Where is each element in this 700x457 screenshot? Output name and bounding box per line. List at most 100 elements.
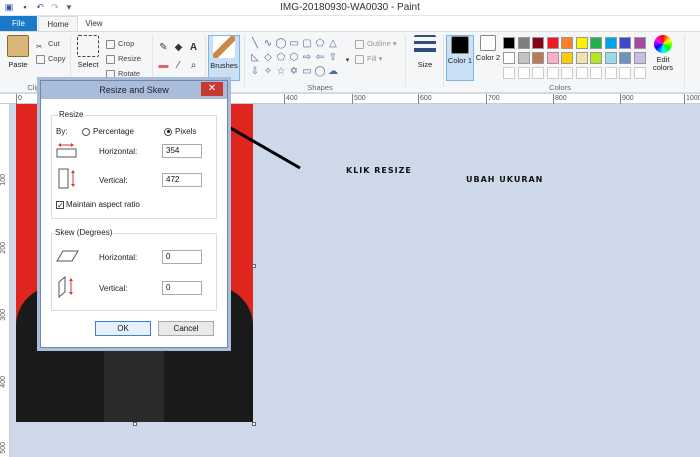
cut-button[interactable]: ✂ Cut xyxy=(36,37,60,51)
pentagon-shape-icon[interactable]: ⬠ xyxy=(275,52,287,63)
palette-swatch[interactable] xyxy=(546,52,559,64)
pencil-icon[interactable]: ✎ xyxy=(157,41,170,54)
palette-swatch-empty[interactable] xyxy=(633,67,646,79)
palette-swatch-empty[interactable] xyxy=(575,67,588,79)
palette-swatch[interactable] xyxy=(561,37,573,49)
line-shape-icon[interactable]: ╲ xyxy=(249,38,261,49)
outline-button[interactable]: Outline ▾ xyxy=(355,37,397,50)
polygon-shape-icon[interactable]: ⬠ xyxy=(314,38,326,49)
color1-button[interactable]: Color 1 xyxy=(446,35,474,81)
fill-bucket-icon[interactable]: ◆ xyxy=(172,41,185,54)
magnifier-icon[interactable]: ⌕ xyxy=(187,59,200,72)
skew-legend: Skew (Degrees) xyxy=(54,228,114,237)
palette-swatch[interactable] xyxy=(503,52,515,64)
palette-swatch[interactable] xyxy=(619,37,631,49)
palette-swatch[interactable] xyxy=(517,37,530,49)
oval-shape-icon[interactable]: ◯ xyxy=(275,38,287,49)
palette-swatch-empty[interactable] xyxy=(517,67,530,79)
tab-home[interactable]: Home xyxy=(38,16,78,31)
right-triangle-shape-icon[interactable]: ◺ xyxy=(249,52,261,63)
fill-button[interactable]: Fill ▾ xyxy=(355,52,382,65)
edit-colors-button[interactable]: Edit colors xyxy=(648,35,678,81)
color-picker-icon[interactable]: ⁄ xyxy=(172,59,185,72)
callout-rect-shape-icon[interactable]: ▭ xyxy=(301,66,313,77)
palette-swatch-empty[interactable] xyxy=(619,67,631,79)
skew-horizontal-input[interactable]: 0 xyxy=(162,250,202,264)
palette-swatch[interactable] xyxy=(633,52,646,64)
crop-button[interactable]: Crop xyxy=(106,37,134,50)
star6-shape-icon[interactable]: ✡ xyxy=(288,66,300,77)
palette-swatch[interactable] xyxy=(590,52,602,64)
maintain-aspect-checkbox[interactable]: ✓ Maintain aspect ratio xyxy=(56,200,140,209)
tab-view[interactable]: View xyxy=(78,16,110,31)
percentage-radio[interactable]: Percentage xyxy=(82,127,134,136)
eraser-icon[interactable]: ▬ xyxy=(157,59,170,72)
paste-button[interactable]: Paste xyxy=(3,35,33,81)
skew-vertical-input[interactable]: 0 xyxy=(162,281,202,295)
palette-swatch-empty[interactable] xyxy=(561,67,573,79)
horizontal-resize-icon xyxy=(56,142,77,158)
brush-icon xyxy=(213,36,235,58)
diamond-shape-icon[interactable]: ◇ xyxy=(262,52,274,63)
star5-shape-icon[interactable]: ☆ xyxy=(275,66,287,77)
curve-shape-icon[interactable]: ∿ xyxy=(262,38,274,49)
arrow-down-shape-icon[interactable]: ⇩ xyxy=(249,66,261,77)
arrow-right-shape-icon[interactable]: ⇨ xyxy=(301,52,313,63)
arrow-up-shape-icon[interactable]: ⇧ xyxy=(327,52,339,63)
cloud-shape-icon[interactable]: ☁ xyxy=(327,66,339,77)
palette-swatch[interactable] xyxy=(619,52,631,64)
palette-swatch[interactable] xyxy=(604,52,617,64)
color1-swatch xyxy=(451,36,469,54)
select-button[interactable]: Select xyxy=(73,35,103,81)
color2-button[interactable]: Color 2 xyxy=(475,35,501,81)
palette-swatch[interactable] xyxy=(575,52,588,64)
palette-swatch[interactable] xyxy=(633,37,646,49)
palette-swatch[interactable] xyxy=(604,37,617,49)
palette-swatch[interactable] xyxy=(575,37,588,49)
callout-oval-shape-icon[interactable]: ◯ xyxy=(314,66,326,77)
shapes-more-icon[interactable]: ▾ xyxy=(341,54,354,67)
rounded-rect-shape-icon[interactable]: ▢ xyxy=(301,38,313,49)
palette-swatch[interactable] xyxy=(590,37,602,49)
palette-swatch-empty[interactable] xyxy=(590,67,602,79)
vertical-input[interactable]: 472 xyxy=(162,173,202,187)
resize-button[interactable]: Resize xyxy=(106,52,141,65)
palette-swatch[interactable] xyxy=(561,52,573,64)
ruler-tick: 200 xyxy=(0,242,7,254)
hexagon-shape-icon[interactable]: ⬡ xyxy=(288,52,300,63)
pixels-radio[interactable]: Pixels xyxy=(164,127,196,136)
ruler-tick: 0 xyxy=(16,94,22,104)
by-label: By: xyxy=(56,127,68,136)
copy-button[interactable]: Copy xyxy=(36,52,66,65)
rotate-button[interactable]: Rotate xyxy=(106,67,140,80)
palette-swatch[interactable] xyxy=(532,37,544,49)
arrow-left-shape-icon[interactable]: ⇦ xyxy=(314,52,326,63)
fill-icon xyxy=(355,54,364,64)
palette-swatch-empty[interactable] xyxy=(546,67,559,79)
canvas-resize-handle-right[interactable] xyxy=(252,264,256,268)
star4-shape-icon[interactable]: ✧ xyxy=(262,66,274,77)
triangle-shape-icon[interactable]: △ xyxy=(327,38,339,49)
palette-swatch[interactable] xyxy=(546,37,559,49)
radio-circle xyxy=(82,127,90,136)
cancel-button[interactable]: Cancel xyxy=(158,321,214,336)
tab-file[interactable]: File xyxy=(0,16,37,31)
vertical-label: Vertical: xyxy=(99,176,128,185)
palette-swatch[interactable] xyxy=(517,52,530,64)
dialog-close-button[interactable]: ✕ xyxy=(201,82,223,96)
shapes-group-label: Shapes xyxy=(307,83,333,92)
horizontal-input[interactable]: 354 xyxy=(162,144,202,158)
palette-swatch-empty[interactable] xyxy=(604,67,617,79)
brushes-button[interactable]: Brushes xyxy=(208,35,240,81)
canvas-resize-handle-bottom[interactable] xyxy=(133,422,137,426)
text-tool-icon[interactable]: A xyxy=(187,41,200,54)
ruler-tick: 600 xyxy=(418,94,432,104)
palette-swatch-empty[interactable] xyxy=(503,67,515,79)
size-button[interactable]: Size xyxy=(410,35,440,81)
palette-swatch-empty[interactable] xyxy=(532,67,544,79)
palette-swatch[interactable] xyxy=(532,52,544,64)
rectangle-shape-icon[interactable]: ▭ xyxy=(288,38,300,49)
palette-swatch[interactable] xyxy=(503,37,515,49)
ok-button[interactable]: OK xyxy=(95,321,151,336)
canvas-resize-handle-corner[interactable] xyxy=(252,422,256,426)
